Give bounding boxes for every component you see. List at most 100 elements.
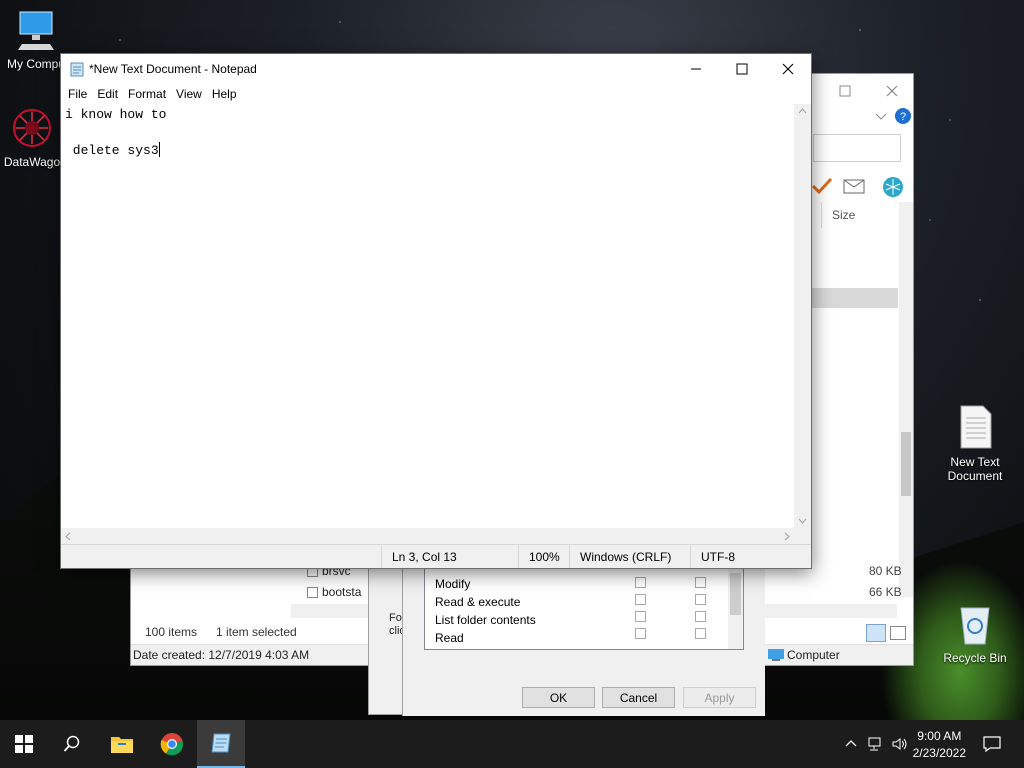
scroll-up-icon[interactable] [798, 108, 807, 114]
apply-button[interactable]: Apply [683, 687, 756, 708]
notification-center-button[interactable] [968, 720, 1016, 768]
close-icon [782, 63, 794, 75]
search-input[interactable] [813, 134, 901, 162]
recycle-bin-icon [960, 607, 990, 645]
file-size: 80 KB [869, 564, 902, 578]
minimize-button[interactable] [673, 54, 719, 84]
menu-file[interactable]: File [63, 87, 92, 101]
details-view-icon[interactable] [866, 624, 886, 642]
permissions-scrollbar[interactable] [728, 567, 743, 649]
help-icon[interactable]: ? [894, 107, 912, 125]
window-title: *New Text Document - Notepad [89, 62, 257, 76]
text-line: delete sys3 [65, 143, 159, 158]
permission-row-read-execute: Read & execute [435, 595, 521, 609]
status-selected: 1 item selected [216, 625, 297, 639]
selected-row-highlight [812, 288, 898, 308]
menu-edit[interactable]: Edit [92, 87, 123, 101]
clock-time: 9:00 AM [917, 729, 962, 743]
scroll-down-icon[interactable] [798, 518, 807, 524]
taskbar-chrome[interactable] [148, 720, 196, 768]
monitor-icon [18, 11, 54, 50]
shell-icon[interactable] [881, 175, 905, 199]
taskbar-file-explorer[interactable] [98, 720, 146, 768]
file-size: 66 KB [869, 585, 902, 599]
text-editor[interactable]: i know how to delete sys3 [61, 104, 794, 528]
text-line: i know how to [65, 107, 167, 122]
search-button[interactable] [48, 720, 96, 768]
vertical-scrollbar[interactable] [899, 202, 913, 597]
scrollbar-corner [794, 528, 811, 545]
maximize-icon [736, 63, 748, 75]
start-button[interactable] [0, 720, 48, 768]
allow-checkbox[interactable] [635, 628, 646, 639]
computer-icon [768, 649, 784, 661]
taskbar-clock[interactable]: 9:00 AM 2/23/2022 [913, 728, 966, 762]
file-row[interactable]: bootsta [307, 585, 361, 599]
desktop-icon-recycle-bin[interactable]: Recycle Bin [935, 602, 1015, 665]
permissions-panel: Modify Read & execute List folder conten… [402, 566, 765, 716]
allow-checkbox[interactable] [635, 577, 646, 588]
deny-checkbox[interactable] [695, 577, 706, 588]
text-caret [158, 142, 160, 157]
permissions-dialog[interactable]: For clic Modify Read & execute List folde… [368, 565, 765, 716]
close-button[interactable] [765, 54, 811, 84]
status-spacer [61, 545, 381, 568]
status-encoding: UTF-8 [690, 545, 801, 568]
maximize-button[interactable] [719, 54, 765, 84]
date-created: Date created: 12/7/2019 4:03 AM [133, 648, 310, 662]
desktop-icon-new-text-document[interactable]: New Text Document [935, 404, 1015, 483]
status-item-count: 100 items [145, 625, 198, 639]
file-icon [307, 586, 318, 598]
text-file-icon [960, 405, 992, 449]
ok-button[interactable]: OK [522, 687, 595, 708]
checkmark-icon[interactable] [811, 176, 833, 196]
menu-bar: File Edit Format View Help [61, 84, 811, 104]
system-tray [838, 720, 912, 768]
network-icon[interactable] [867, 736, 885, 752]
cancel-button[interactable]: Cancel [602, 687, 675, 708]
clock-date: 2/23/2022 [912, 746, 966, 760]
menu-view[interactable]: View [171, 87, 207, 101]
deny-checkbox[interactable] [695, 594, 706, 605]
menu-help[interactable]: Help [207, 87, 242, 101]
notepad-window[interactable]: *New Text Document - Notepad File Edit F… [60, 53, 812, 569]
maximize-icon[interactable] [838, 84, 852, 98]
status-zoom: 100% [518, 545, 569, 568]
windows-logo-icon [15, 735, 33, 753]
chevron-down-icon[interactable] [875, 112, 887, 122]
horizontal-scrollbar[interactable] [61, 528, 794, 545]
desktop-icon-label: Recycle Bin [943, 651, 1007, 665]
column-header-size[interactable]: Size [821, 202, 855, 228]
menu-format[interactable]: Format [123, 87, 171, 101]
status-bar: Ln 3, Col 13 100% Windows (CRLF) UTF-8 [61, 544, 811, 568]
text-line [65, 124, 790, 142]
chrome-icon [160, 733, 184, 756]
scrollbar-thumb[interactable] [730, 573, 741, 615]
status-cursor-position: Ln 3, Col 13 [381, 545, 518, 568]
scrollbar-thumb[interactable] [901, 432, 911, 496]
permissions-list[interactable]: Modify Read & execute List folder conten… [424, 566, 744, 650]
allow-checkbox[interactable] [635, 611, 646, 622]
large-icons-view-icon[interactable] [890, 626, 906, 640]
scroll-right-icon[interactable] [784, 532, 790, 541]
allow-checkbox[interactable] [635, 594, 646, 605]
datawagon-icon [13, 109, 51, 147]
deny-checkbox[interactable] [695, 628, 706, 639]
volume-icon[interactable] [891, 736, 909, 752]
permission-row-modify: Modify [435, 577, 471, 591]
taskbar: 9:00 AM 2/23/2022 [0, 720, 1024, 768]
chevron-up-icon[interactable] [844, 737, 858, 751]
scroll-left-icon[interactable] [65, 532, 71, 541]
deny-checkbox[interactable] [695, 611, 706, 622]
taskbar-notepad[interactable] [197, 720, 245, 768]
vertical-scrollbar[interactable] [794, 104, 811, 528]
file-name: bootsta [322, 585, 362, 599]
status-line-ending: Windows (CRLF) [569, 545, 690, 568]
close-icon[interactable] [885, 84, 899, 98]
permission-row-list-folder: List folder contents [435, 613, 536, 627]
email-icon[interactable] [843, 179, 865, 195]
notification-icon [983, 736, 1001, 753]
search-icon [63, 735, 80, 752]
notepad-title-bar[interactable]: *New Text Document - Notepad [61, 54, 811, 84]
desktop-icon-label: New Text Document [947, 455, 1003, 483]
